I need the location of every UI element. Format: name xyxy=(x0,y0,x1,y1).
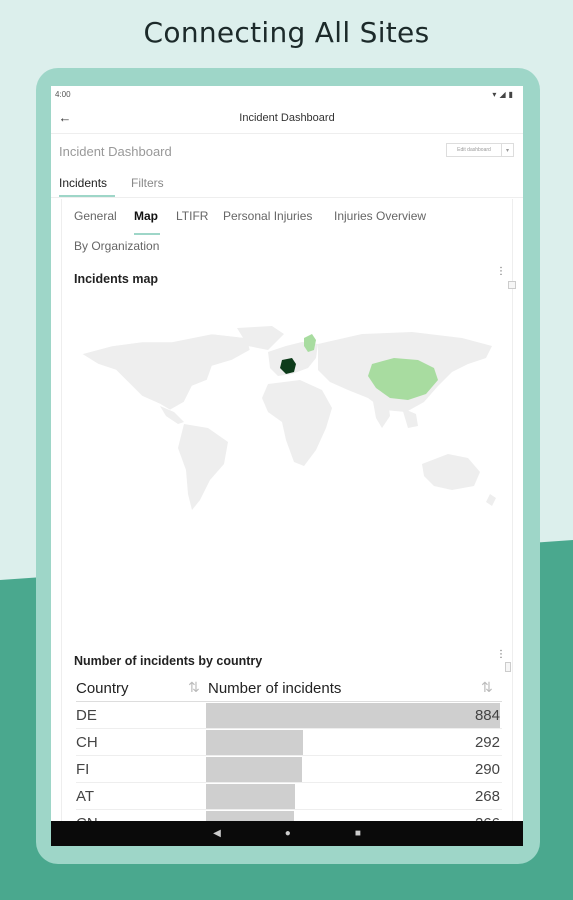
subtab-injuries-overview[interactable]: Injuries Overview xyxy=(334,209,426,223)
nav-back-icon[interactable]: ◀ xyxy=(213,828,221,839)
table-body: DE 884 CH 292 FI 290 AT 268 xyxy=(76,702,502,837)
count-bar xyxy=(206,784,295,809)
dashboard-content: General Map LTIFR Personal Injuries Inju… xyxy=(61,199,516,837)
table-row[interactable]: DE 884 xyxy=(76,702,502,729)
map-africa[interactable] xyxy=(262,380,332,466)
map-south-america[interactable] xyxy=(178,424,228,510)
nav-recents-icon[interactable]: ■ xyxy=(355,828,361,839)
country-cell: CH xyxy=(76,734,98,751)
dashboard-header: Incident Dashboard Edit dashboard ▾ xyxy=(51,135,523,167)
subtab-map[interactable]: Map xyxy=(134,209,158,223)
count-cell: 884 xyxy=(474,707,500,724)
edit-dashboard-button[interactable]: Edit dashboard xyxy=(447,144,501,156)
tab-incidents[interactable]: Incidents xyxy=(59,176,107,190)
status-bar: 4:00 ▾ ◢ ▮ xyxy=(51,86,523,102)
table-row[interactable]: FI 290 xyxy=(76,756,502,783)
table-row[interactable]: AT 268 xyxy=(76,783,502,810)
table-scroll-handle[interactable] xyxy=(505,662,511,672)
chevron-down-icon[interactable]: ▾ xyxy=(501,144,513,156)
table-widget-title: Number of incidents by country xyxy=(74,654,263,668)
signal-icon: ◢ xyxy=(499,89,506,99)
count-bar xyxy=(206,730,303,755)
country-cell: AT xyxy=(76,788,95,805)
count-cell: 268 xyxy=(474,788,500,805)
count-bar xyxy=(206,703,500,728)
sort-icon[interactable]: ⇅ xyxy=(188,679,200,696)
incidents-by-country-table: Country ⇅ Number of incidents ⇅ DE 884 C… xyxy=(76,674,502,837)
wifi-icon: ▾ xyxy=(492,89,497,99)
count-cell: 290 xyxy=(474,761,500,778)
promo-headline: Connecting All Sites xyxy=(143,16,430,49)
table-more-options-icon[interactable]: ⋮ xyxy=(496,650,506,660)
map-more-options-icon[interactable]: ⋮ xyxy=(496,267,506,277)
app-bar: ← Incident Dashboard xyxy=(51,102,523,134)
column-header-count[interactable]: Number of incidents xyxy=(208,680,341,697)
status-icons: ▾ ◢ ▮ xyxy=(492,90,513,99)
subtab-general[interactable]: General xyxy=(74,209,117,223)
map-north-america[interactable] xyxy=(81,333,251,411)
column-header-country[interactable]: Country xyxy=(76,680,129,697)
map-scroll-handle[interactable] xyxy=(508,281,516,289)
battery-icon: ▮ xyxy=(508,89,513,99)
nav-home-icon[interactable]: ● xyxy=(285,828,291,839)
incidents-world-map[interactable] xyxy=(72,324,504,514)
tab-filters[interactable]: Filters xyxy=(131,176,164,190)
map-widget-title: Incidents map xyxy=(74,272,159,286)
map-new-zealand[interactable] xyxy=(486,494,496,506)
status-time: 4:00 xyxy=(55,89,71,99)
active-tab-indicator xyxy=(59,195,115,197)
active-subtab-indicator xyxy=(134,233,160,235)
subtab-personal-injuries[interactable]: Personal Injuries xyxy=(223,209,312,223)
dashboard-title: Incident Dashboard xyxy=(59,144,172,159)
android-nav-bar: ◀ ● ■ xyxy=(51,821,523,846)
app-bar-title: Incident Dashboard xyxy=(239,111,335,124)
country-cell: FI xyxy=(76,761,90,778)
country-cell: DE xyxy=(76,707,97,724)
table-header: Country ⇅ Number of incidents ⇅ xyxy=(76,674,502,702)
subtab-ltifr[interactable]: LTIFR xyxy=(176,209,208,223)
subtab-by-organization[interactable]: By Organization xyxy=(74,239,159,253)
table-row[interactable]: CH 292 xyxy=(76,729,502,756)
main-tabs: Incidents Filters xyxy=(51,168,523,198)
count-cell: 292 xyxy=(474,734,500,751)
count-bar xyxy=(206,757,302,782)
sort-icon[interactable]: ⇅ xyxy=(481,679,493,696)
app-screen: 4:00 ▾ ◢ ▮ ← Incident Dashboard Incident… xyxy=(51,86,523,846)
map-australia[interactable] xyxy=(422,454,480,490)
edit-dashboard-dropdown[interactable]: Edit dashboard ▾ xyxy=(446,143,514,157)
back-arrow-icon[interactable]: ← xyxy=(57,110,73,126)
